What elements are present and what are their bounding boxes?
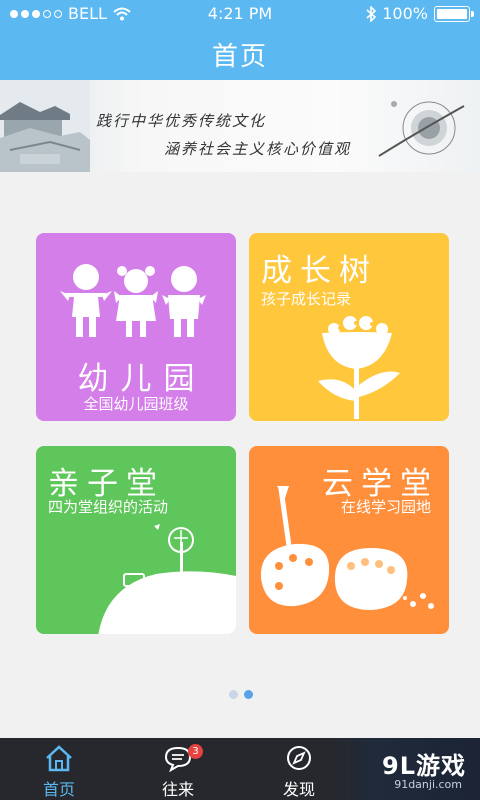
tile-title: 幼儿园 bbox=[77, 361, 207, 397]
tile-kindergarten[interactable]: 幼儿园 全国幼儿园班级 bbox=[36, 233, 236, 421]
page-dot bbox=[229, 690, 238, 699]
tile-subtitle: 全国幼儿园班级 bbox=[83, 395, 189, 413]
bluetooth-icon bbox=[366, 5, 377, 22]
watermark-domain: 91danji.com bbox=[394, 778, 462, 791]
status-bar: BELL 4:21 PM 100% bbox=[0, 0, 480, 28]
tab-contacts[interactable]: 3 往来 bbox=[133, 738, 223, 800]
children-silhouette-icon bbox=[60, 264, 206, 337]
tile-subtitle: 四为堂组织的活动 bbox=[48, 498, 169, 516]
tile-growth-tree[interactable]: 成长树 孩子成长记录 bbox=[249, 233, 449, 421]
compass-icon bbox=[287, 746, 311, 770]
promo-banner[interactable]: 践行中华优秀传统文化 涵养社会主义核心价值观 bbox=[0, 80, 480, 172]
status-right: 100% bbox=[366, 4, 474, 23]
tile-subtitle: 孩子成长记录 bbox=[261, 290, 352, 308]
site-watermark: 9L游戏 91danji.com bbox=[330, 738, 480, 800]
flower-icon bbox=[318, 316, 400, 419]
tab-label: 首页 bbox=[42, 780, 75, 799]
tab-home[interactable]: 首页 bbox=[14, 738, 104, 800]
page-dot-active bbox=[244, 690, 253, 699]
ink-inkstone-image bbox=[378, 101, 465, 157]
tile-title: 成长树 bbox=[261, 253, 378, 289]
paint-palette-icon bbox=[260, 486, 434, 610]
top-bar: BELL 4:21 PM 100% 首页 bbox=[0, 0, 480, 80]
watermark-brand: 9L游戏 bbox=[382, 752, 466, 780]
banner-slogan-line2: 涵养社会主义核心价值观 bbox=[164, 140, 352, 158]
home-icon bbox=[46, 745, 72, 772]
page-indicator bbox=[229, 690, 253, 699]
battery-icon bbox=[434, 5, 474, 22]
village-scenery-image bbox=[0, 80, 90, 172]
tile-parent-child-hall[interactable]: 亲子堂 四为堂组织的活动 bbox=[36, 446, 236, 634]
unread-badge: 3 bbox=[188, 744, 203, 759]
page-title: 首页 bbox=[211, 42, 268, 72]
hill-tree-icon bbox=[98, 524, 236, 634]
tile-cloud-school[interactable]: 云学堂 在线学习园地 bbox=[249, 446, 449, 634]
tab-label: 往来 bbox=[161, 780, 194, 799]
battery-percent: 100% bbox=[382, 4, 428, 23]
banner-slogan-line1: 践行中华优秀传统文化 bbox=[96, 112, 267, 130]
